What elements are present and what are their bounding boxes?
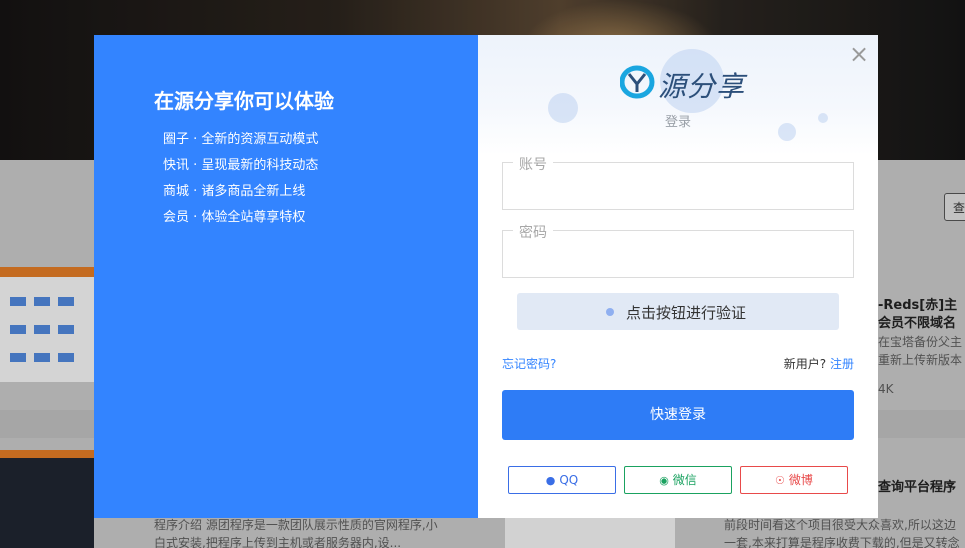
promo-feature-list: 圈子 · 全新的资源互动模式 快讯 · 呈现最新的科技动态 商城 · 诸多商品全… — [163, 127, 318, 231]
weibo-icon: ☉ — [775, 474, 785, 487]
promo-title: 在源分享你可以体验 — [154, 89, 334, 113]
qq-login-button[interactable]: ● QQ — [508, 466, 616, 494]
register-link[interactable]: 注册 — [830, 357, 854, 371]
promo-feature: 快讯 · 呈现最新的科技动态 — [163, 158, 319, 173]
promo-feature: 会员 · 体验全站尊享特权 — [163, 210, 306, 225]
promo-feature: 圈子 · 全新的资源互动模式 — [163, 132, 319, 147]
weibo-label: 微博 — [788, 473, 813, 487]
promo-panel: 在源分享你可以体验 圈子 · 全新的资源互动模式 快讯 · 呈现最新的科技动态 … — [94, 35, 478, 518]
login-caption: 登录 — [664, 115, 691, 130]
password-field: 密码 — [502, 222, 854, 278]
verify-dot-icon — [606, 308, 614, 316]
quick-login-button[interactable]: 快速登录 — [502, 390, 854, 440]
logo-text: 源分享 — [658, 70, 746, 103]
account-field: 账号 — [502, 154, 854, 210]
new-user-label: 新用户? — [783, 357, 827, 371]
logo-icon — [620, 65, 655, 99]
qq-label: QQ — [559, 473, 579, 487]
promo-feature: 商城 · 诸多商品全新上线 — [163, 184, 306, 199]
site-logo: 源分享 — [620, 63, 744, 103]
forgot-password-link[interactable]: 忘记密码? — [502, 355, 556, 372]
close-button[interactable]: × — [848, 42, 870, 66]
login-form-panel: 源分享 登录 × 账号 密码 点击按钮进行验证 忘记密码? 新用户? 注册 快速… — [478, 35, 878, 518]
account-input[interactable] — [503, 163, 853, 209]
weibo-login-button[interactable]: ☉ 微博 — [740, 466, 848, 494]
new-user-row: 新用户? 注册 — [784, 355, 854, 372]
qq-icon: ● — [545, 474, 556, 487]
wechat-login-button[interactable]: ◉ 微信 — [624, 466, 732, 494]
wechat-label: 微信 — [672, 473, 697, 487]
wechat-icon: ◉ — [659, 474, 669, 487]
captcha-verify-button[interactable]: 点击按钮进行验证 — [517, 293, 839, 330]
verify-label: 点击按钮进行验证 — [626, 304, 747, 322]
password-input[interactable] — [503, 231, 853, 277]
form-header: 源分享 登录 — [478, 35, 878, 155]
login-modal: 在源分享你可以体验 圈子 · 全新的资源互动模式 快讯 · 呈现最新的科技动态 … — [94, 35, 878, 518]
